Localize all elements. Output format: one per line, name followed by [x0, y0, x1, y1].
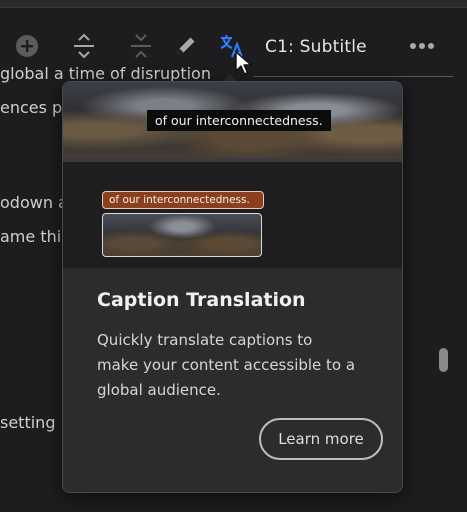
expand-track-icon[interactable] [70, 32, 98, 60]
learn-more-button[interactable]: Learn more [259, 418, 383, 460]
background-text-line: odown a [0, 193, 68, 212]
background-text-line: ame thi [0, 227, 62, 246]
caption-toolbar: C1: Subtitle [0, 24, 467, 75]
feature-popover: of our interconnectedness. of our interc… [62, 81, 403, 493]
popover-title: Caption Translation [97, 289, 306, 311]
preview-edge [63, 158, 402, 162]
toolbar-divider [253, 76, 453, 77]
track-label[interactable]: C1: Subtitle [265, 37, 367, 57]
top-panel-edge [0, 0, 467, 8]
caption-clip: of our interconnectedness. [102, 191, 264, 209]
collapse-track-icon[interactable] [127, 32, 155, 60]
background-text-line: setting [0, 413, 56, 432]
pencil-icon[interactable] [172, 32, 200, 60]
scrollbar-thumb[interactable] [439, 348, 448, 372]
add-icon[interactable] [13, 32, 41, 60]
video-clip-thumbnail [102, 213, 262, 257]
popover-description: Quickly translate captions to make your … [97, 331, 356, 399]
video-preview-image: of our interconnectedness. [63, 82, 402, 162]
popover-media: of our interconnectedness. of our interc… [63, 82, 402, 268]
more-icon[interactable] [407, 34, 437, 58]
preview-caption: of our interconnectedness. [147, 110, 331, 131]
